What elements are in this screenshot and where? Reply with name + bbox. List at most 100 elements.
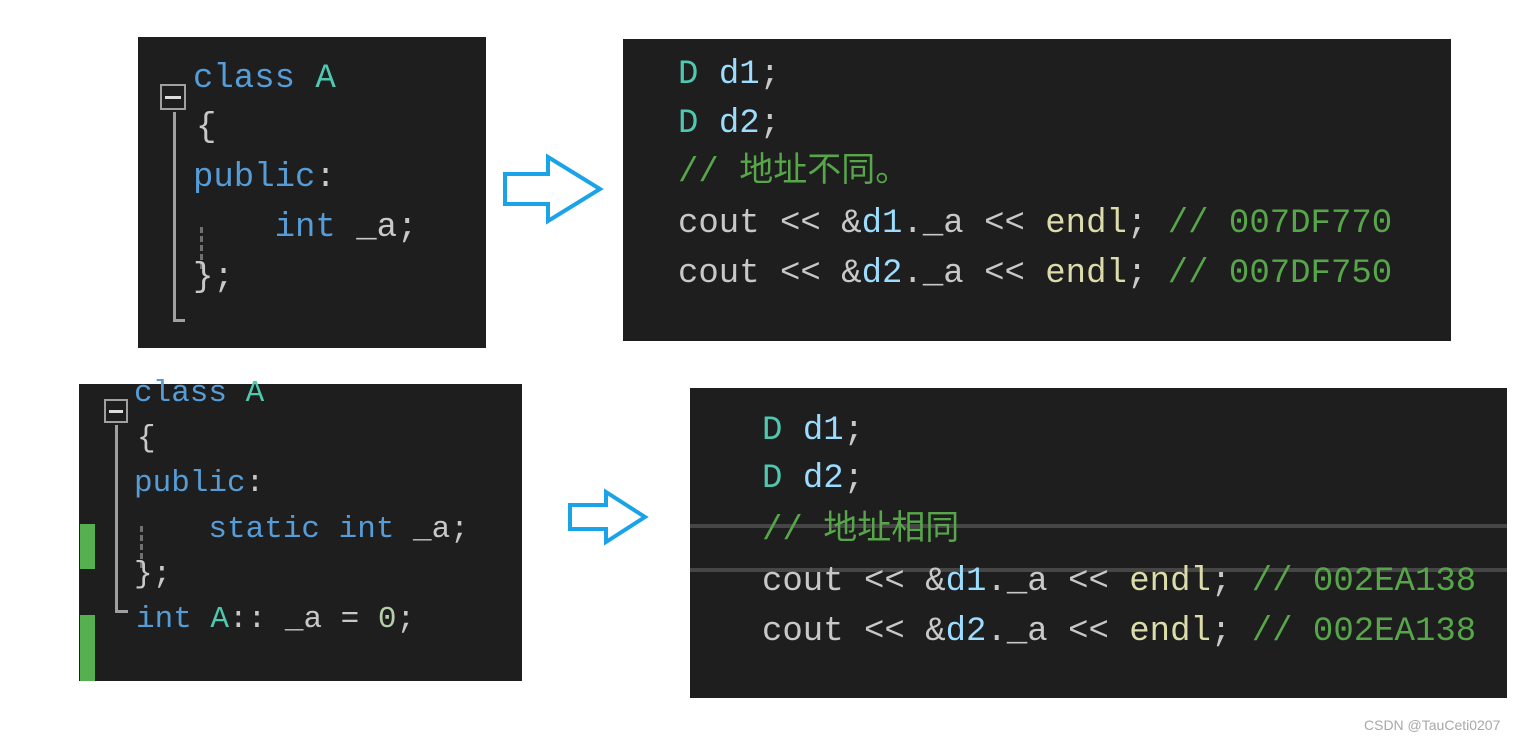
code-token-ty: D <box>762 412 783 450</box>
code-token-num: 0 <box>377 602 397 637</box>
code-token-fn: endl <box>1045 255 1127 293</box>
code-token-tx: ._a << <box>986 563 1130 601</box>
code-token-ty: D <box>678 56 699 94</box>
fold-guide-end <box>173 319 185 322</box>
code-token-cm: // 007DF770 <box>1167 205 1393 243</box>
arrow-right-icon <box>568 488 649 546</box>
code-line: { <box>196 111 216 145</box>
code-token-var: d1 <box>945 563 987 601</box>
code-token-tx: cout << & <box>678 205 862 243</box>
code-line: { <box>137 423 156 454</box>
fold-guide-end <box>115 610 128 613</box>
code-token-tx: ; <box>759 105 781 143</box>
code-token-tx <box>782 412 802 450</box>
code-line: public: <box>193 161 336 195</box>
arrow-right-icon <box>503 153 604 225</box>
code-token-tx: :: _a = <box>229 602 378 637</box>
code-line: class A <box>193 62 336 96</box>
code-token-tx: : <box>245 466 265 501</box>
change-marker <box>80 524 95 569</box>
code-line: // 地址不同。 <box>678 156 909 190</box>
code-token-cm: // 地址不同。 <box>678 154 910 192</box>
code-token-tx: ._a << <box>902 205 1046 243</box>
collapse-icon[interactable] <box>160 84 186 110</box>
code-token-tx: _a; <box>394 512 469 547</box>
code-token-kw: static int <box>208 512 395 547</box>
code-token-ty: A <box>245 376 265 411</box>
code-token-tx: : <box>315 159 336 197</box>
code-token-var: d1 <box>718 56 760 94</box>
code-token-tx: }; <box>134 557 172 592</box>
code-panel-nonstatic-output: D d1; D d2;// 地址不同。 cout << &d1._a << endl… <box>623 39 1451 341</box>
code-line: cout << &d1._a << endl; // 007DF770 <box>678 207 1392 241</box>
code-panel-static-class: class A{public: static int _a;}; int A:: … <box>79 378 522 681</box>
code-token-tx: ; <box>1126 205 1168 243</box>
code-token-kw: class <box>134 376 246 411</box>
watermark: CSDN @TauCeti0207 <box>1364 717 1501 733</box>
code-line: D d2; <box>762 462 864 496</box>
code-token-tx: ; <box>396 602 416 637</box>
change-marker <box>80 615 95 681</box>
code-token-kw: public <box>134 466 246 501</box>
code-token-kw: int <box>136 602 211 637</box>
code-token-tx: ; <box>843 460 865 498</box>
code-line: D d1; <box>678 58 780 92</box>
code-line: }; <box>193 261 234 295</box>
code-token-var: d1 <box>802 412 844 450</box>
code-line: int A:: _a = 0; <box>136 604 415 635</box>
code-token-tx: ; <box>1126 255 1168 293</box>
code-panel-static-output: D d1; D d2;// 地址相同 cout << &d1._a << endl;… <box>690 388 1507 698</box>
code-line: // 地址相同 <box>762 514 959 548</box>
code-token-kw: public <box>193 159 316 197</box>
code-token-var: d2 <box>945 613 987 651</box>
code-token-tx <box>193 209 275 247</box>
code-token-tx <box>698 56 718 94</box>
code-token-tx: cout << & <box>678 255 862 293</box>
code-token-cm: // 002EA138 <box>1251 613 1477 651</box>
code-line: cout << &d1._a << endl; // 002EA138 <box>762 565 1476 599</box>
code-token-cm: // 002EA138 <box>1251 563 1477 601</box>
code-line: int _a; <box>193 209 418 247</box>
code-token-tx: ; <box>1210 613 1252 651</box>
code-token-cm: // 地址相同 <box>762 512 960 550</box>
code-token-var: d2 <box>718 105 760 143</box>
code-token-var: d2 <box>861 255 903 293</box>
code-token-cm: // 007DF750 <box>1167 255 1393 293</box>
code-token-tx <box>782 460 802 498</box>
code-line: cout << &d2._a << endl; // 007DF750 <box>678 257 1392 291</box>
code-token-tx: ._a << <box>902 255 1046 293</box>
code-token-ty: D <box>678 105 699 143</box>
code-token-tx: ; <box>759 56 781 94</box>
fold-guide <box>115 425 118 612</box>
code-token-fn: endl <box>1129 613 1211 651</box>
collapse-icon[interactable] <box>104 399 128 423</box>
code-token-ty: A <box>315 60 336 98</box>
code-token-var: d2 <box>802 460 844 498</box>
code-token-var: d1 <box>861 205 903 243</box>
code-line: }; <box>134 559 171 590</box>
code-token-tx: ; <box>843 412 865 450</box>
code-line: class A <box>134 378 264 409</box>
code-token-tx: { <box>196 109 217 147</box>
code-token-tx: _a; <box>335 209 418 247</box>
fold-guide <box>173 112 176 322</box>
code-token-tx: cout << & <box>762 613 946 651</box>
code-token-fn: endl <box>1045 205 1127 243</box>
code-line: static int _a; <box>134 512 469 547</box>
code-token-kw: class <box>193 60 316 98</box>
code-line: cout << &d2._a << endl; // 002EA138 <box>762 615 1476 649</box>
code-token-kw: int <box>274 209 336 247</box>
code-panel-nonstatic-class: class A { public: int _a;}; <box>138 37 486 348</box>
code-line: D d2; <box>678 107 780 141</box>
code-token-tx <box>134 512 208 547</box>
code-token-tx: ._a << <box>986 613 1130 651</box>
code-token-tx <box>698 105 718 143</box>
code-token-ty: A <box>210 602 230 637</box>
code-token-fn: endl <box>1129 563 1211 601</box>
code-token-tx: ; <box>1210 563 1252 601</box>
code-token-tx: cout << & <box>762 563 946 601</box>
code-token-ty: D <box>762 460 783 498</box>
code-token-tx: }; <box>193 259 234 297</box>
code-token-tx: { <box>137 421 156 456</box>
code-line: D d1; <box>762 414 864 448</box>
